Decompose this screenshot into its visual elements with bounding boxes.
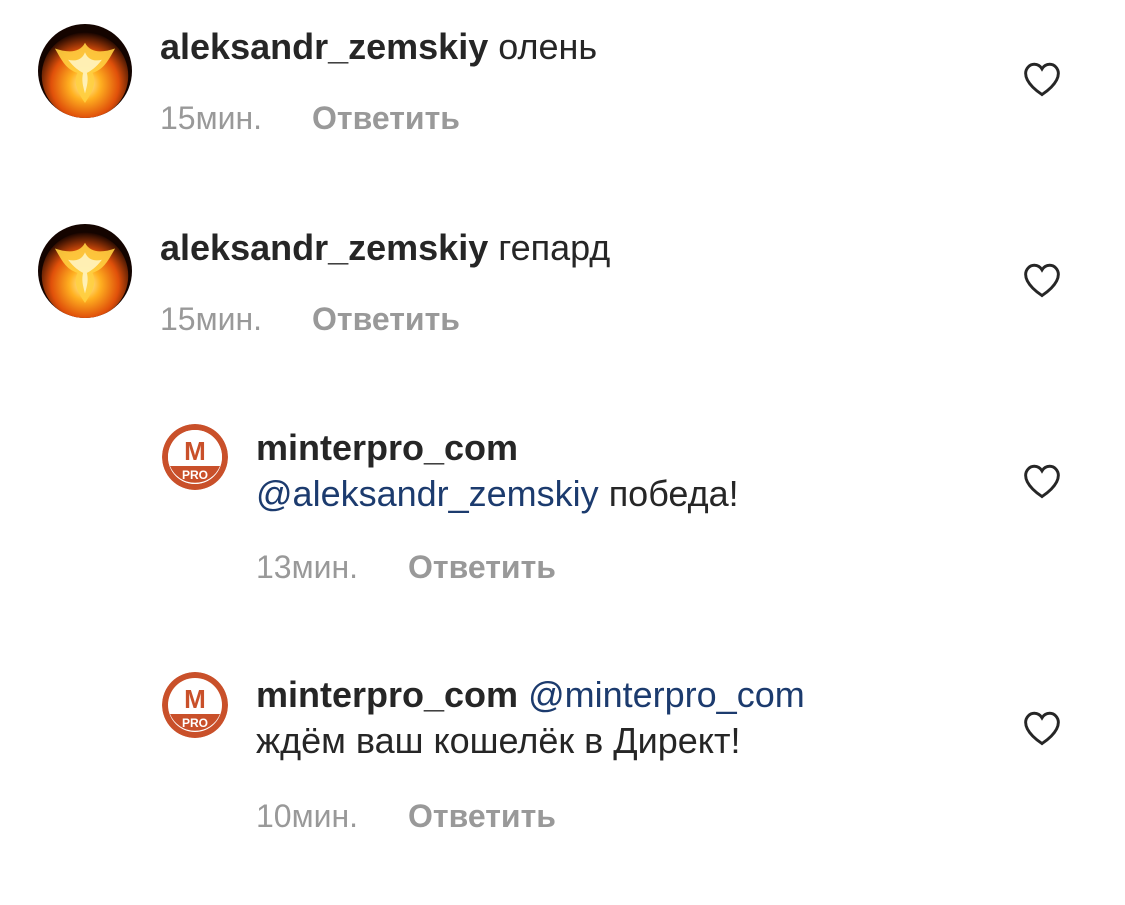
comment-username[interactable]: minterpro_com [256,427,518,468]
comment-body: aleksandr_zemskiy гепард [160,225,610,271]
comment-mention[interactable]: @minterpro_com [528,674,805,715]
reply-button[interactable]: Ответить [408,798,556,834]
logo-sub: PRO [182,468,208,482]
reply-button[interactable]: Ответить [312,100,460,136]
logo-letter: M [184,684,206,714]
comment-text: олень [498,26,598,67]
minterpro-logo-icon: M PRO [162,672,228,738]
comment-meta: 13мин. Ответить [256,547,556,587]
comment-body: aleksandr_zemskiy олень [160,24,597,70]
comment-meta: 15мин. Ответить [160,98,460,138]
comment-time: 10мин. [256,798,359,834]
comment-item: aleksandr_zemskiy олень 15мин. Ответить [0,0,1125,190]
reply-button[interactable]: Ответить [408,549,556,585]
comment-time: 15мин. [160,100,263,136]
phoenix-fire-icon [38,224,132,318]
comment-text: ждём ваш кошелёк в Директ! [256,720,741,761]
comment-username[interactable]: aleksandr_zemskiy [160,227,488,268]
phoenix-fire-icon [38,24,132,118]
heart-outline-icon[interactable] [1022,61,1062,97]
comment-time: 15мин. [160,301,263,337]
comment-text: гепард [498,227,611,268]
comment-username[interactable]: minterpro_com [256,674,518,715]
comment-body: minterpro_com @aleksandr_zemskiy победа! [256,425,739,517]
comment-item: aleksandr_zemskiy гепард 15мин. Ответить [0,200,1125,390]
heart-outline-icon[interactable] [1022,463,1062,499]
comment-time: 13мин. [256,549,359,585]
comment-item: M PRO minterpro_com @aleksandr_zemskiy п… [0,400,1125,620]
avatar[interactable]: M PRO [162,424,228,490]
avatar[interactable]: M PRO [162,672,228,738]
minterpro-logo-icon: M PRO [162,424,228,490]
avatar[interactable] [38,224,132,318]
comment-meta: 10мин. Ответить [256,796,556,836]
heart-outline-icon[interactable] [1022,262,1062,298]
comment-text: победа! [608,473,739,514]
comment-body: minterpro_com @minterpro_com ждём ваш ко… [256,672,805,764]
heart-outline-icon[interactable] [1022,710,1062,746]
avatar[interactable] [38,24,132,118]
comment-mention[interactable]: @aleksandr_zemskiy [256,473,599,514]
comment-meta: 15мин. Ответить [160,299,460,339]
reply-button[interactable]: Ответить [312,301,460,337]
comment-item: M PRO minterpro_com @minterpro_com ждём … [0,650,1125,870]
comment-username[interactable]: aleksandr_zemskiy [160,26,488,67]
logo-sub: PRO [182,716,208,730]
logo-letter: M [184,436,206,466]
